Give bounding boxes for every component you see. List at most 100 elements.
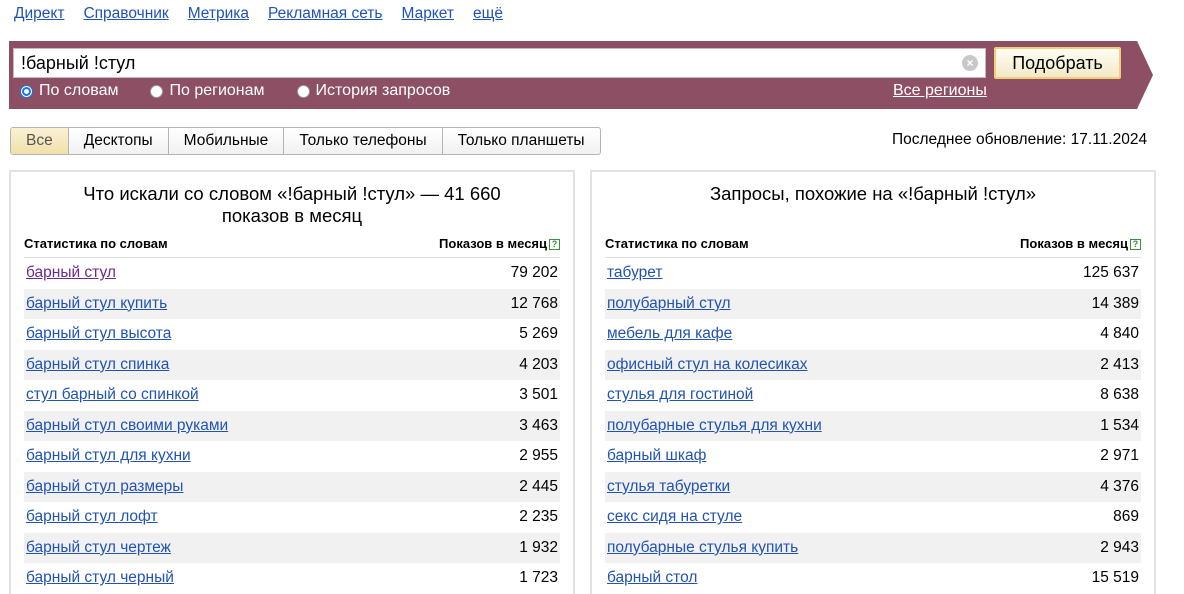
- table-row: мебель для кафе 4 840: [605, 319, 1141, 350]
- query-link[interactable]: полубарные стулья купить: [607, 539, 798, 557]
- table-row: стулья для гостиной 8 638: [605, 380, 1141, 411]
- table-row: барный стул спинка 4 203: [24, 349, 560, 380]
- table-row: барный шкаф 2 971: [605, 441, 1141, 472]
- query-link[interactable]: барный стул черный: [26, 569, 174, 587]
- right-table-body: табурет 125 637 полубарный стул 14 389 мебел…: [605, 258, 1141, 594]
- pick-button[interactable]: Подобрать: [994, 47, 1121, 79]
- table-row: офисный стул на колесиках 2 413: [605, 349, 1141, 380]
- shows-count: 8 638: [1100, 386, 1139, 404]
- search-input[interactable]: [14, 49, 944, 77]
- column-header-words: Статистика по словам: [24, 236, 168, 251]
- tab-mobile[interactable]: Мобильные: [169, 128, 285, 154]
- query-link[interactable]: барный стул для кухни: [26, 447, 191, 465]
- clear-icon[interactable]: ×: [962, 55, 978, 71]
- tab-desktops[interactable]: Десктопы: [69, 128, 169, 154]
- shows-count: 3 501: [519, 386, 558, 404]
- shows-count: 5 269: [519, 325, 558, 343]
- shows-count: 2 235: [519, 508, 558, 526]
- table-row: барный стул лофт 2 235: [24, 502, 560, 533]
- radio-unchecked-icon[interactable]: [296, 84, 310, 98]
- query-link[interactable]: мебель для кафе: [607, 325, 732, 343]
- panel-title: Что искали со словом «!барный !стул» — 4…: [83, 183, 501, 226]
- shows-count: 2 445: [519, 477, 558, 495]
- device-tabs: Все Десктопы Мобильные Только телефоны Т…: [10, 127, 601, 155]
- radio-unchecked-icon[interactable]: [150, 84, 164, 98]
- tab-tablets-only[interactable]: Только планшеты: [443, 128, 600, 154]
- nav-link-metrika[interactable]: Метрика: [188, 5, 249, 25]
- query-link[interactable]: барный стул спинка: [26, 356, 169, 374]
- shows-count: 1 534: [1100, 416, 1139, 434]
- help-icon[interactable]: ?: [549, 239, 560, 250]
- query-link[interactable]: барный стул: [26, 264, 116, 282]
- table-header: Статистика по словам Показов в месяц?: [24, 236, 560, 258]
- query-link[interactable]: барный стул лофт: [26, 508, 158, 526]
- nav-link-ad-network[interactable]: Рекламная сеть: [268, 5, 382, 25]
- shows-count: 2 413: [1100, 355, 1139, 373]
- shows-count: 15 519: [1091, 569, 1139, 587]
- table-row: барный стол 15 519: [605, 563, 1141, 594]
- query-link[interactable]: офисный стул на колесиках: [607, 356, 808, 374]
- search-box: ×: [13, 48, 986, 78]
- query-link[interactable]: барный стол: [607, 569, 697, 587]
- column-header-shows: Показов в месяц: [1020, 236, 1128, 251]
- search-band-arrow: [1137, 41, 1153, 109]
- tab-all[interactable]: Все: [11, 128, 69, 154]
- help-icon[interactable]: ?: [1130, 239, 1141, 250]
- query-link[interactable]: табурет: [607, 264, 662, 282]
- left-panel: Что искали со словом «!барный !стул» — 4…: [9, 170, 575, 594]
- table-row: барный стул размеры 2 445: [24, 471, 560, 502]
- radio-query-history[interactable]: История запросов: [296, 82, 451, 100]
- query-link[interactable]: стулья для гостиной: [607, 386, 753, 404]
- table-row: полубарные стулья купить 2 943: [605, 532, 1141, 563]
- query-link[interactable]: секс сидя на стуле: [607, 508, 742, 526]
- query-link[interactable]: полубарный стул: [607, 295, 731, 313]
- query-link[interactable]: барный стул купить: [26, 295, 167, 313]
- shows-count: 869: [1113, 508, 1139, 526]
- radio-checked-icon[interactable]: [20, 84, 33, 98]
- query-link[interactable]: полубарные стулья для кухни: [607, 417, 822, 435]
- left-table-body: барный стул 79 202 барный стул купить 12 76…: [24, 258, 560, 594]
- radio-by-words[interactable]: По словам: [20, 82, 118, 100]
- table-row: полубарные стулья для кухни 1 534: [605, 410, 1141, 441]
- query-link[interactable]: барный стул чертеж: [26, 539, 171, 557]
- radio-label: История запросов: [315, 82, 451, 99]
- table-row: барный стул для кухни 2 955: [24, 441, 560, 472]
- query-link[interactable]: барный шкаф: [607, 447, 706, 465]
- shows-count: 125 637: [1082, 264, 1139, 282]
- radio-label: По словам: [39, 82, 119, 99]
- radio-label: По регионам: [169, 82, 265, 99]
- query-link[interactable]: стулья табуретки: [607, 478, 730, 496]
- shows-count: 2 971: [1100, 447, 1139, 465]
- shows-count: 4 203: [519, 355, 558, 373]
- table-row: табурет 125 637: [605, 258, 1141, 289]
- query-link[interactable]: барный стул своими руками: [26, 417, 228, 435]
- query-link[interactable]: стул барный со спинкой: [26, 386, 199, 404]
- table-row: стулья табуретки 4 376: [605, 471, 1141, 502]
- table-header: Статистика по словам Показов в месяц?: [605, 236, 1141, 258]
- all-regions-link[interactable]: Все регионы: [893, 82, 987, 100]
- tab-phones-only[interactable]: Только телефоны: [284, 128, 443, 154]
- shows-count: 1 723: [519, 569, 558, 587]
- query-link[interactable]: барный стул размеры: [26, 478, 183, 496]
- shows-count: 4 840: [1100, 325, 1139, 343]
- nav-link-direct[interactable]: Директ: [14, 5, 64, 25]
- right-panel: Запросы, похожие на «!барный !стул» Стат…: [590, 170, 1156, 594]
- table-row: барный стул своими руками 3 463: [24, 410, 560, 441]
- nav-link-market[interactable]: Маркет: [401, 5, 454, 25]
- top-nav: Директ Справочник Метрика Рекламная сеть…: [14, 5, 522, 25]
- shows-count: 3 463: [519, 416, 558, 434]
- table-row: стул барный со спинкой 3 501: [24, 380, 560, 411]
- nav-link-reference[interactable]: Справочник: [83, 5, 168, 25]
- table-row: барный стул черный 1 723: [24, 563, 560, 594]
- table-row: барный стул купить 12 768: [24, 288, 560, 319]
- last-update-text: Последнее обновление: 17.11.2024: [892, 131, 1148, 148]
- query-link[interactable]: барный стул высота: [26, 325, 171, 343]
- shows-count: 14 389: [1091, 294, 1139, 312]
- column-header-shows: Показов в месяц: [439, 236, 547, 251]
- shows-count: 4 376: [1100, 477, 1139, 495]
- nav-link-more[interactable]: ещё: [473, 5, 503, 25]
- table-row: барный стул высота 5 269: [24, 319, 560, 350]
- radio-by-regions[interactable]: По регионам: [150, 82, 265, 100]
- table-row: полубарный стул 14 389: [605, 288, 1141, 319]
- column-header-words: Статистика по словам: [605, 236, 749, 251]
